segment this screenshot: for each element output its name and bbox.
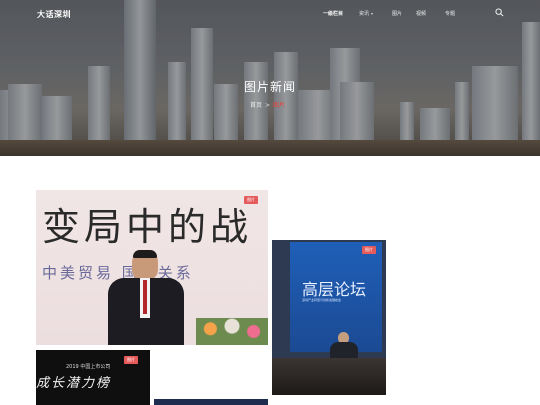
photo-badge: 图片 (124, 356, 138, 364)
top-navbar: 大话深圳 一级栏目 资讯 ▾ 图片 视频 专题 (0, 0, 540, 30)
hero-banner: 大话深圳 一级栏目 资讯 ▾ 图片 视频 专题 图片新闻 首页 > 图片 (0, 0, 540, 156)
photo-card[interactable]: 变局中的战 中美贸易 国际关系 图片 (36, 190, 268, 345)
photo-card[interactable] (154, 399, 268, 405)
audience (272, 358, 386, 395)
photo-card[interactable]: 2019 中国上市公司 成长潜力榜 图片 (36, 350, 150, 405)
photo-card[interactable]: 高层论坛 深圳产业转型与创新发展峰会 图片 (272, 240, 386, 395)
site-logo[interactable]: 大话深圳 (37, 9, 71, 20)
breadcrumb-separator: > (265, 102, 271, 109)
nav-item-news[interactable]: 资讯 ▾ (359, 10, 373, 17)
breadcrumb: 首页 > 图片 (250, 100, 285, 109)
panel-subtitle: 深圳产业转型与创新发展峰会 (302, 298, 342, 302)
photo-badge: 图片 (244, 196, 258, 204)
chevron-down-icon: ▾ (371, 11, 374, 16)
nav-item-video[interactable]: 视频 (416, 10, 426, 17)
breadcrumb-current: 图片 (273, 102, 286, 109)
banner-text: 2019 中国上市公司 (66, 364, 111, 370)
nav-item-topics[interactable]: 专题 (445, 10, 455, 17)
photo-badge: 图片 (362, 246, 376, 254)
panel-title: 高层论坛 (302, 280, 367, 299)
banner-subtext: 成长潜力榜 (36, 376, 112, 391)
flowers (196, 318, 268, 345)
search-icon[interactable] (495, 8, 504, 17)
breadcrumb-home[interactable]: 首页 (250, 102, 262, 109)
nav-item-images[interactable]: 图片 (392, 10, 402, 17)
speaker-photo (108, 250, 184, 345)
banner-text: 变局中的战 (42, 205, 253, 249)
nav-item-column[interactable]: 一级栏目 (323, 10, 343, 17)
page-title: 图片新闻 (243, 80, 296, 94)
